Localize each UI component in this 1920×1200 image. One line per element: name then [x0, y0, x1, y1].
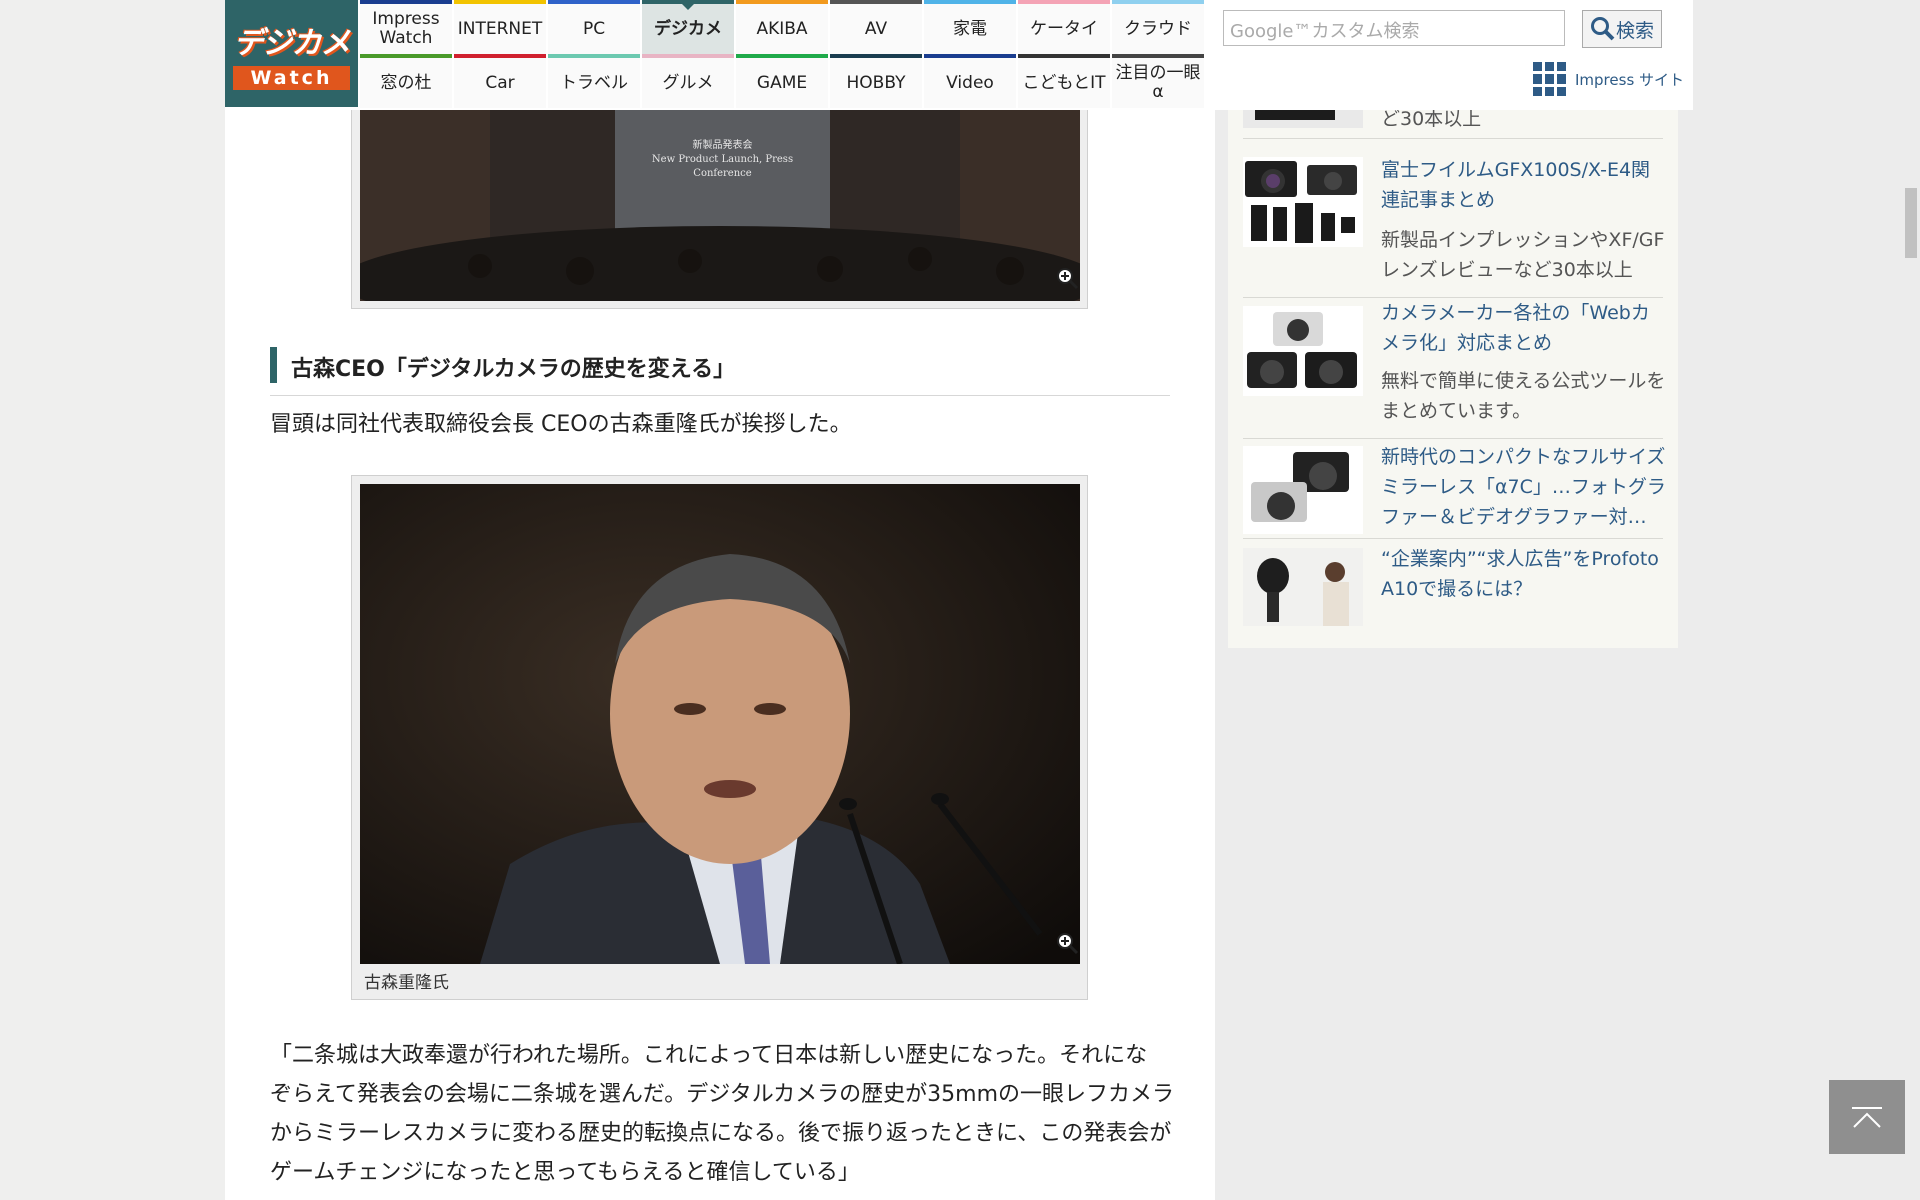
sidebar-thumbnail [1243, 548, 1363, 626]
nav-item[interactable]: GAME [736, 54, 828, 108]
search-button-label: 検索 [1615, 19, 1654, 42]
nav-item[interactable]: Impress Watch [360, 0, 452, 54]
sidebar-item-title: カメラメーカー各社の「Webカメラ化」対応まとめ [1381, 302, 1650, 354]
nav-item[interactable]: こどもとIT [1018, 54, 1110, 108]
zoom-icon[interactable] [1055, 266, 1079, 290]
nav-item[interactable]: Car [454, 54, 546, 108]
logo-sub-text: Watch [232, 65, 351, 90]
press-conference-image [360, 101, 1080, 301]
site-header: デジカメ Watch Impress Watch INTERNET PC デジカメ AK… [225, 0, 1693, 110]
search-input[interactable]: Google™カスタム検索 [1223, 10, 1565, 46]
sidebar-item-title: “企業案内”“求人広告”をProfoto A10で撮るには？ [1381, 548, 1659, 600]
logo-main-text: デジカメ [233, 25, 351, 61]
screen-line-2: New Product Launch, Press Conference [651, 154, 794, 179]
sidebar-thumbnail [1243, 446, 1363, 534]
grid-icon [1533, 62, 1567, 96]
heading-text: 古森CEO「デジタルカメラの歴史を変える」 [291, 357, 736, 382]
search-icon [1590, 17, 1615, 41]
nav-item[interactable]: デジカメ [642, 0, 734, 54]
photo-caption: 古森重隆氏 [364, 973, 449, 993]
nav-item[interactable]: クラウド [1112, 0, 1204, 54]
nav-item[interactable]: AV [830, 0, 922, 54]
scrollbar-thumb[interactable] [1905, 188, 1917, 258]
nav-item[interactable]: INTERNET [454, 0, 546, 54]
search-button[interactable]: 検索 [1582, 10, 1662, 48]
sidebar-item[interactable]: 富士フイルムGFX100S/X-E4関連記事まとめ 新製品インプレッションやXF… [1243, 155, 1665, 298]
screen-line-1: 新製品発表会 [692, 140, 753, 151]
screen-text: 新製品発表会 New Product Launch, Press Confere… [625, 139, 820, 181]
impress-sites-link[interactable]: Impress サイト [1533, 62, 1684, 96]
nav-item[interactable]: PC [548, 0, 640, 54]
nav-item[interactable]: 注目の一眼α [1112, 54, 1204, 108]
sidebar-item-title: 富士フイルムGFX100S/X-E4関連記事まとめ [1381, 159, 1651, 211]
sidebar-item-title: 新時代のコンパクトなフルサイズミラーレス「α7C」…フォトグラファー＆ビデオグラ… [1381, 446, 1666, 528]
portrait-image [360, 484, 1080, 964]
sidebar-item[interactable]: カメラメーカー各社の「Webカメラ化」対応まとめ 無料で簡単に使える公式ツールを… [1243, 298, 1666, 439]
impress-sites-label: Impress サイト [1575, 70, 1685, 89]
sidebar-item[interactable]: ど30本以上 [1243, 100, 1663, 139]
heading-accent-bar [270, 347, 277, 383]
sidebar-thumbnail [1243, 306, 1363, 396]
quote-line: 「二条城は大政奉還が行われた場所。これによって日本は新しい歴史になった。それにな [270, 1043, 1148, 1068]
nav-item[interactable]: 家電 [924, 0, 1016, 54]
section-heading: 古森CEO「デジタルカメラの歴史を変える」 [270, 347, 1170, 396]
back-to-top-button[interactable] [1829, 1080, 1905, 1154]
photo-portrait[interactable] [360, 484, 1080, 964]
sidebar-item[interactable]: “企業案内”“求人広告”をProfoto A10で撮るには？ [1243, 542, 1663, 632]
nav-item[interactable]: HOBBY [830, 54, 922, 108]
quote-line: からミラーレスカメラに変わる歴史的転換点になる。後で振り返ったときに、この発表会… [270, 1121, 1172, 1146]
quote-paragraph: 「二条城は大政奉還が行われた場所。これによって日本は新しい歴史になった。それにな… [270, 1036, 1174, 1192]
nav-item[interactable]: 窓の杜 [360, 54, 452, 108]
sidebar-item-sub: 新製品インプレッションやXF/GFレンズレビューなど30本以上 [1381, 229, 1665, 281]
nav-item[interactable]: ケータイ [1018, 0, 1110, 54]
figure-portrait: 古森重隆氏 [351, 475, 1088, 1000]
zoom-icon[interactable] [1055, 931, 1079, 955]
intro-paragraph: 冒頭は同社代表取締役会長 CEOの古森重隆氏が挨拶した。 [270, 412, 852, 437]
site-logo[interactable]: デジカメ Watch [225, 0, 358, 107]
nav-item[interactable]: Video [924, 54, 1016, 108]
sidebar-item[interactable]: 新時代のコンパクトなフルサイズミラーレス「α7C」…フォトグラファー＆ビデオグラ… [1243, 440, 1666, 539]
photo-press-conference[interactable]: 新製品発表会 New Product Launch, Press Confere… [360, 101, 1080, 301]
quote-line: ぞらえて発表会の会場に二条城を選んだ。デジタルカメラの歴史が35mmの一眼レフカ… [270, 1082, 1174, 1107]
quote-line: ゲームチェンジになったと思ってもらえると確信している」 [270, 1160, 860, 1185]
nav-row-2: 窓の杜 Car トラベル グルメ GAME HOBBY Video こどもとIT 注目の一眼α [360, 54, 1210, 108]
nav-row-1: Impress Watch INTERNET PC デジカメ AKIBA AV 家電 ケータイ… [360, 0, 1210, 54]
figure-press-conference: 新製品発表会 New Product Launch, Press Confere… [351, 100, 1088, 309]
arrow-up-icon [1852, 1107, 1882, 1128]
main-nav: Impress Watch INTERNET PC デジカメ AKIBA AV 家電 ケータイ… [360, 0, 1210, 108]
sidebar-thumbnail [1243, 157, 1363, 247]
sidebar-item-sub: 無料で簡単に使える公式ツールをまとめています。 [1381, 370, 1666, 422]
nav-item[interactable]: トラベル [548, 54, 640, 108]
nav-item[interactable]: AKIBA [736, 0, 828, 54]
nav-item[interactable]: グルメ [642, 54, 734, 108]
